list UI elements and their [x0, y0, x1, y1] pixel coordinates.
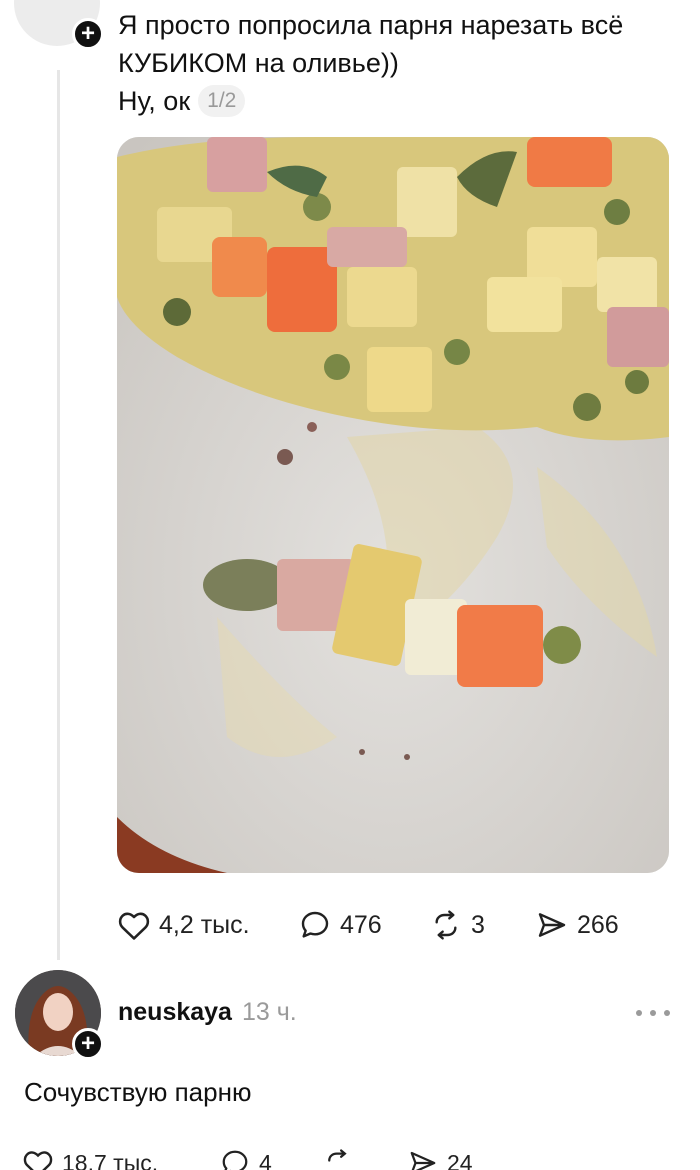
heart-icon: [23, 1151, 53, 1170]
comment-count: 476: [340, 910, 382, 939]
post-text-line: Я просто попросила парня нарезать всё: [118, 10, 624, 40]
share-button[interactable]: 266: [535, 900, 619, 950]
comment-username[interactable]: neuskaya: [118, 998, 232, 1027]
post-actions: 4,2 тыс. 476 3 266: [117, 900, 677, 950]
follow-plus-icon[interactable]: +: [72, 18, 104, 50]
comment-button[interactable]: 476: [298, 900, 382, 950]
like-button[interactable]: 4,2 тыс.: [117, 900, 250, 950]
comment-like-count: 18,7 тыс.: [62, 1149, 159, 1170]
comment-text: Сочувствую парню: [24, 1077, 252, 1107]
paper-plane-icon: [538, 913, 566, 937]
comment-share-button[interactable]: 24: [407, 1138, 473, 1170]
post-text: Я просто попросила парня нарезать всё КУ…: [118, 6, 688, 120]
post-text-line: Ну, ок 1/2: [118, 82, 688, 120]
speech-bubble-icon: [222, 1150, 248, 1170]
thread-line: [57, 70, 60, 960]
follow-plus-icon[interactable]: +: [72, 1028, 104, 1060]
post-text-line: КУБИКОМ на оливье)): [118, 48, 399, 78]
comment-repost-button[interactable]: [322, 1138, 362, 1170]
media-counter-badge: 1/2: [198, 85, 246, 117]
like-count: 4,2 тыс.: [159, 910, 250, 939]
comment-like-button[interactable]: 18,7 тыс.: [22, 1138, 158, 1170]
speech-bubble-icon: [301, 911, 329, 938]
comment-header: neuskaya 13 ч.: [118, 998, 297, 1027]
repost-count: 3: [471, 910, 485, 939]
salad-photo-image: [117, 137, 669, 873]
comment-reply-count: 4: [259, 1149, 272, 1170]
more-dots-icon[interactable]: [636, 1000, 670, 1026]
repost-arrows-icon: [435, 910, 457, 940]
paper-plane-icon: [410, 1151, 436, 1170]
repost-button[interactable]: 3: [429, 900, 485, 950]
repost-arrows-icon: [328, 1149, 347, 1162]
post-text-line-3: Ну, ок: [118, 86, 191, 116]
post-photo[interactable]: [117, 137, 669, 873]
comment-actions: 18,7 тыс. 4 24: [22, 1138, 582, 1170]
share-count: 266: [577, 910, 619, 939]
comment-reply-button[interactable]: 4: [219, 1138, 272, 1170]
heart-icon: [118, 912, 150, 940]
comment-time: 13 ч.: [241, 998, 297, 1026]
comment-share-count: 24: [447, 1149, 473, 1170]
